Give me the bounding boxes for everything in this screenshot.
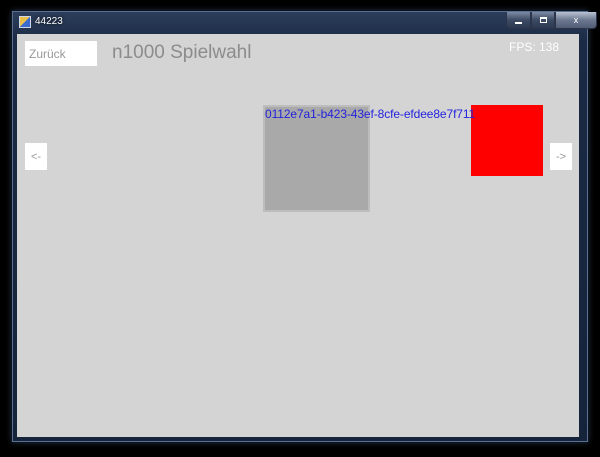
back-button[interactable]: Zurück (25, 41, 97, 66)
maximize-icon (539, 17, 547, 23)
game-id-label: 0112e7a1-b423-43ef-8cfe-efdee8e7f711 (265, 107, 476, 121)
previous-button[interactable]: <- (25, 143, 47, 170)
client-area (17, 34, 579, 437)
maximize-button[interactable] (531, 12, 555, 29)
minimize-icon (515, 21, 522, 24)
window-title: 44223 (35, 16, 63, 27)
game-tile-selected[interactable] (263, 105, 370, 212)
fps-counter: FPS: 138 (509, 40, 560, 54)
minimize-button[interactable] (506, 12, 531, 29)
close-icon: x (573, 15, 579, 25)
app-icon (19, 16, 31, 28)
game-tile-red[interactable] (471, 105, 543, 176)
next-button[interactable]: -> (550, 143, 572, 170)
title-bar[interactable]: 44223 x (13, 12, 597, 33)
close-button[interactable]: x (555, 12, 597, 29)
page-title: n1000 Spielwahl (112, 42, 252, 63)
